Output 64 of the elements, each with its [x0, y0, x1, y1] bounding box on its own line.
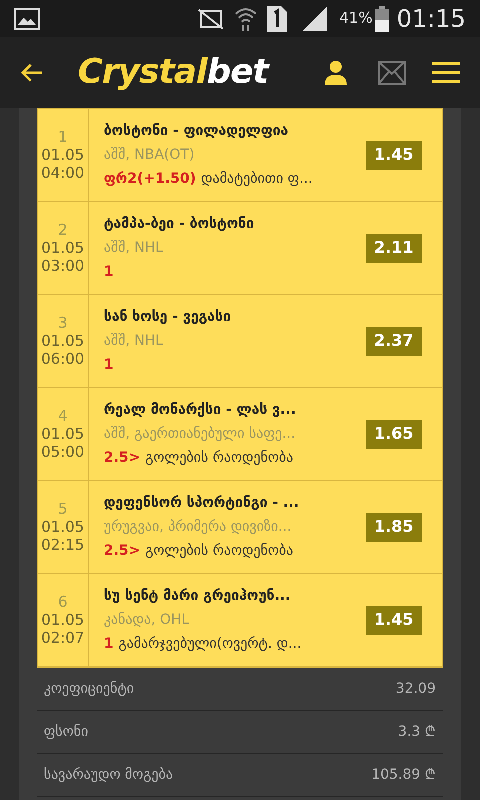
summary-label: კოეფიციენტი	[44, 680, 134, 698]
bet-time: 04:00	[41, 164, 85, 182]
pick-label: 2.5>	[104, 542, 141, 560]
crystalbet-logo: Crystalbet	[78, 51, 268, 94]
bet-time: 05:00	[41, 443, 85, 461]
league-name: აშშ, NHL	[104, 332, 164, 350]
bet-number: 6	[58, 593, 68, 611]
wifi-icon	[233, 6, 260, 32]
sim-icon	[267, 6, 288, 32]
bet-time: 03:00	[41, 257, 85, 275]
market-name: დამატებითი ფ...	[201, 170, 313, 188]
market-name: გოლების რაოდენობა	[146, 542, 294, 560]
battery-icon	[374, 6, 389, 32]
bet-number: 5	[58, 500, 68, 518]
league-name: აშშ, NHL	[104, 238, 164, 258]
league-name: აშშ, NBA(OT)	[104, 146, 196, 164]
match-title: ტამპა-ბეი - ბოსტონი	[104, 214, 256, 234]
league-name: ურუგვაი, პრიმერა დივიზი...	[104, 518, 293, 536]
mail-icon[interactable]	[378, 60, 406, 84]
pick-label: 2.5>	[104, 448, 141, 468]
summary-value: 105.89 ₾	[372, 766, 436, 784]
match-title: რეალ მონარქსი - ლას ვ...	[104, 400, 298, 420]
market-name: გოლების რაოდენობა	[146, 448, 294, 468]
odds-badge: 1.65	[366, 420, 422, 448]
bet-date: 01.05	[42, 146, 84, 164]
bet-date: 01.05	[42, 332, 84, 350]
league-name: აშშ, გაერთიანებული საფე...	[104, 424, 297, 444]
match-title: დეფენსორ სპორტინგი - ...	[104, 494, 300, 512]
league-name: კანადა, OHL	[104, 610, 190, 630]
match-title: სან ხოსე - ვეგასი	[104, 308, 232, 326]
odds-badge: 1.85	[366, 512, 422, 542]
match-title: სუ სენტ მარი გრეიჰოუნ...	[104, 586, 292, 606]
pick-label: 1	[104, 356, 114, 374]
match-title: ბოსტონი - ფილადელფია	[104, 122, 290, 140]
bet-number: 4	[58, 407, 68, 425]
pick-label: 1	[104, 262, 114, 282]
menu-icon[interactable]	[432, 60, 460, 84]
signal-icon	[301, 6, 328, 30]
pick-label: 1	[104, 634, 114, 654]
bet-time: 02:07	[41, 629, 85, 647]
summary-value: 32.09	[396, 680, 436, 698]
image-icon	[14, 8, 40, 30]
bet-date: 01.05	[42, 611, 84, 629]
bet-time: 06:00	[41, 350, 85, 368]
bet-number: 1	[58, 128, 68, 146]
odds-badge: 2.37	[366, 326, 422, 356]
bet-date: 01.05	[42, 239, 84, 257]
summary-label: ფსონი	[44, 722, 88, 742]
bet-date: 01.05	[42, 425, 84, 443]
back-arrow-icon[interactable]	[20, 62, 44, 82]
bet-time: 02:15	[41, 536, 85, 554]
user-icon[interactable]	[324, 60, 348, 86]
clock: 01:15	[396, 4, 466, 34]
summary-label: სავარაუდო მოგება	[44, 766, 174, 784]
odds-badge: 1.45	[366, 606, 422, 634]
bet-number: 2	[58, 221, 68, 239]
battery-percent: 41%	[339, 8, 373, 30]
summary-value: 3.3 ₾	[398, 722, 436, 742]
odds-badge: 2.11	[366, 234, 422, 262]
bet-number: 3	[58, 314, 68, 332]
pick-label: ფრ2(+1.50)	[104, 170, 196, 188]
market-name: გამარჯვებული(ოვერტ. დ...	[118, 634, 302, 654]
bet-date: 01.05	[42, 518, 84, 536]
odds-badge: 1.45	[366, 140, 422, 170]
